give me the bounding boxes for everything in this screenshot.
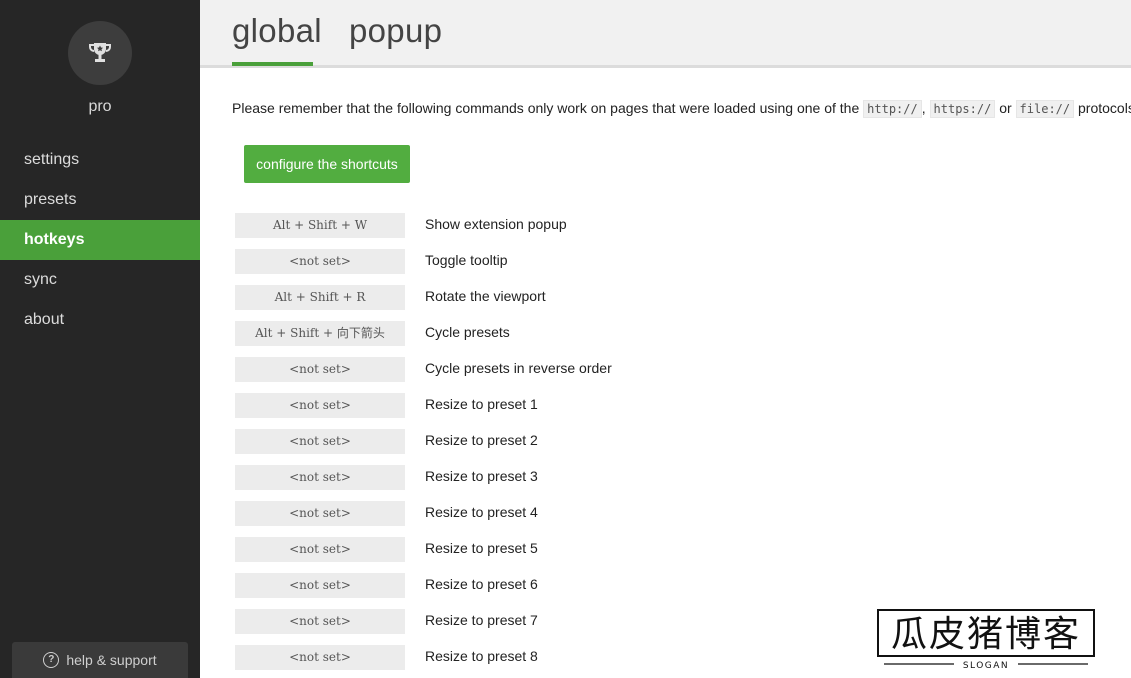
shortcut-description: Resize to preset 7 xyxy=(425,612,538,628)
notice-prefix: Please remember that the following comma… xyxy=(232,100,864,116)
sidebar-item-about[interactable]: about xyxy=(0,300,200,340)
protocol-file: file:// xyxy=(1015,100,1075,118)
tab-popup[interactable]: popup xyxy=(349,12,442,64)
sidebar-nav: settings presets hotkeys sync about xyxy=(0,140,200,340)
shortcut-key: Alt + Shift + W xyxy=(235,213,405,238)
shortcut-key: <not set> xyxy=(235,573,405,598)
notice-sep-1: , xyxy=(921,100,930,116)
tab-bar: global popup xyxy=(200,0,1131,68)
shortcut-description: Cycle presets xyxy=(425,324,510,340)
shortcut-description: Resize to preset 1 xyxy=(425,396,538,412)
shortcut-description: Rotate the viewport xyxy=(425,288,546,304)
shortcut-key: <not set> xyxy=(235,249,405,274)
shortcut-key: <not set> xyxy=(235,501,405,526)
protocol-notice: Please remember that the following comma… xyxy=(232,100,1131,118)
shortcut-key: Alt + Shift + R xyxy=(235,285,405,310)
shortcut-key: <not set> xyxy=(235,429,405,454)
question-circle-icon: ? xyxy=(43,652,60,668)
shortcut-key: <not set> xyxy=(235,357,405,382)
app-window: pro settings presets hotkeys sync about … xyxy=(0,0,1131,678)
shortcut-description: Resize to preset 4 xyxy=(425,504,538,520)
svg-text:SLOGAN: SLOGAN xyxy=(963,661,1009,670)
shortcut-key: <not set> xyxy=(235,609,405,634)
shortcut-description: Resize to preset 6 xyxy=(425,576,538,592)
protocol-https: https:// xyxy=(929,100,996,118)
help-support-label: help & support xyxy=(66,652,157,668)
watermark-logo: 瓜皮猪博客 SLOGAN xyxy=(877,609,1095,670)
tab-global[interactable]: global xyxy=(232,12,322,64)
shortcut-key: <not set> xyxy=(235,645,405,670)
notice-suffix: protocols. xyxy=(1078,100,1131,116)
shortcut-description: Resize to preset 8 xyxy=(425,648,538,664)
sidebar-item-sync[interactable]: sync xyxy=(0,260,200,300)
shortcut-description: Cycle presets in reverse order xyxy=(425,360,612,376)
shortcut-key: <not set> xyxy=(235,393,405,418)
help-support-button[interactable]: ? help & support xyxy=(12,642,188,678)
trophy-icon xyxy=(89,43,111,62)
sidebar-item-hotkeys[interactable]: hotkeys xyxy=(0,220,200,260)
shortcut-key: Alt + Shift + 向下箭头 xyxy=(235,321,405,346)
shortcut-key: <not set> xyxy=(235,537,405,562)
sidebar: pro settings presets hotkeys sync about … xyxy=(0,0,200,678)
sidebar-item-settings[interactable]: settings xyxy=(0,140,200,180)
sidebar-item-presets[interactable]: presets xyxy=(0,180,200,220)
shortcut-description: Resize to preset 2 xyxy=(425,432,538,448)
shortcut-description: Show extension popup xyxy=(425,216,567,232)
shortcut-description: Resize to preset 3 xyxy=(425,468,538,484)
configure-shortcuts-button[interactable]: configure the shortcuts xyxy=(244,145,410,183)
active-tab-indicator xyxy=(232,62,313,66)
shortcut-key: <not set> xyxy=(235,465,405,490)
svg-text:瓜皮猪博客: 瓜皮猪博客 xyxy=(891,614,1081,655)
avatar xyxy=(68,21,132,85)
notice-sep-2: or xyxy=(995,100,1016,116)
protocol-http: http:// xyxy=(863,100,922,118)
shortcut-description: Resize to preset 5 xyxy=(425,540,538,556)
plan-label: pro xyxy=(88,98,112,115)
shortcut-description: Toggle tooltip xyxy=(425,252,508,268)
